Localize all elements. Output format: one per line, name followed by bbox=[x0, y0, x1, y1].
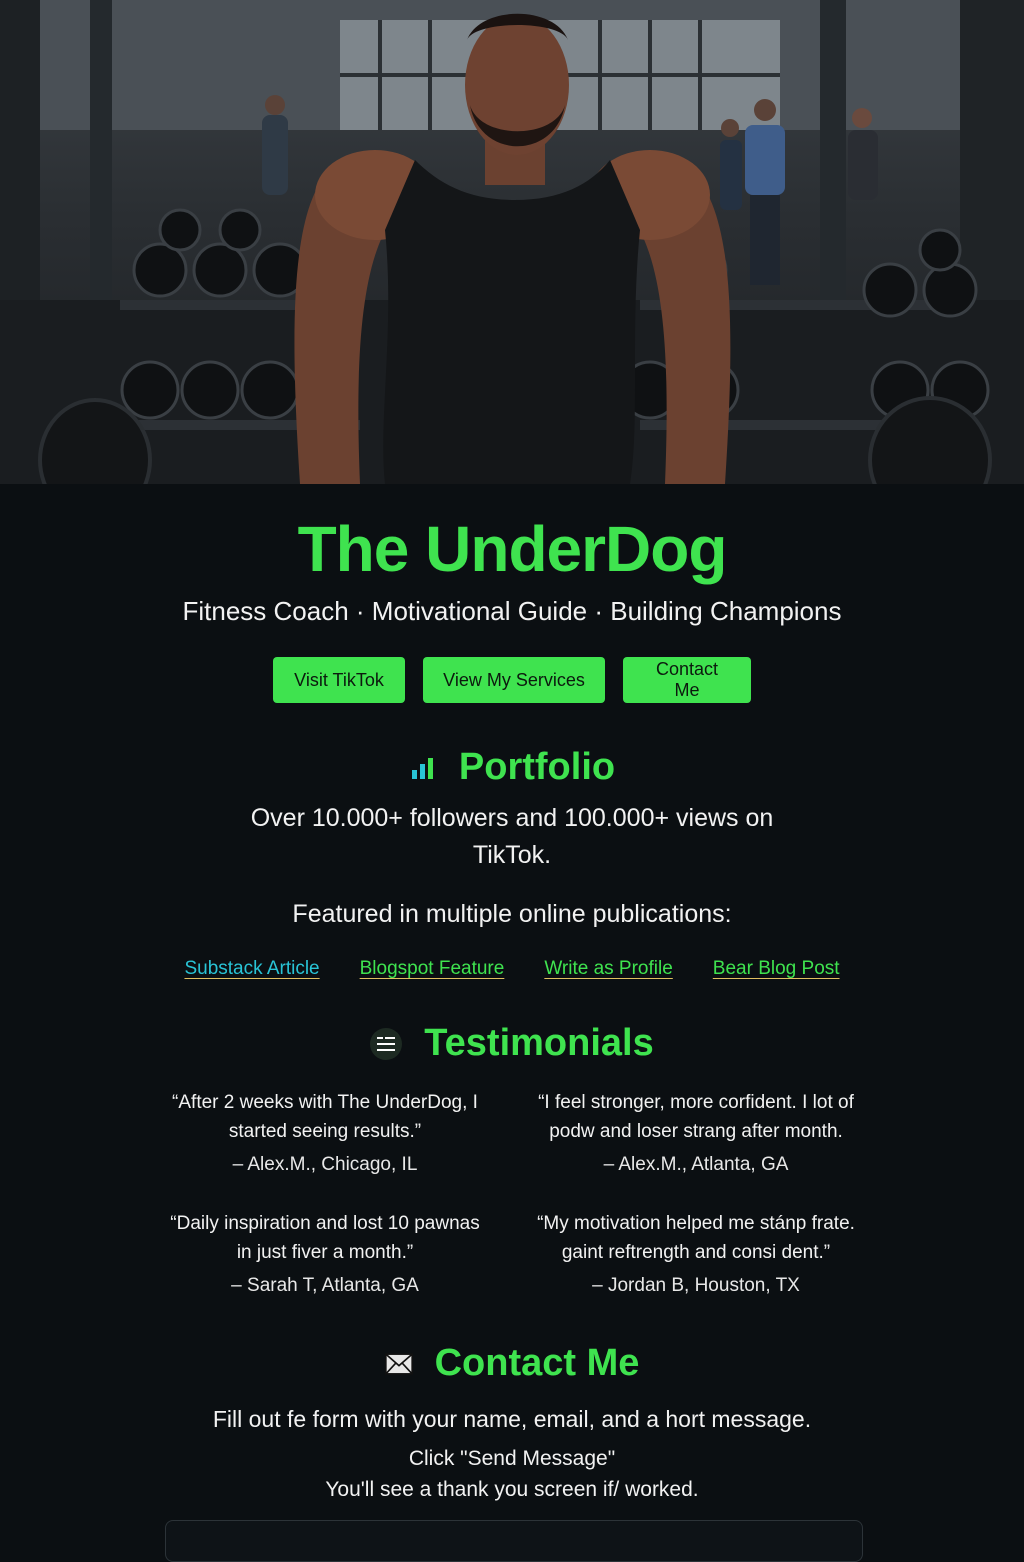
testimonial-quote-line1: “My motivation helped me stánp frate. bbox=[537, 1213, 855, 1234]
portfolio-heading: Portfolio bbox=[0, 746, 1024, 789]
publication-links: Substack Article Blogspot Feature Write … bbox=[0, 958, 1024, 980]
testimonial-card: “After 2 weeks with The UnderDog, I star… bbox=[145, 1088, 505, 1176]
envelope-icon bbox=[384, 1350, 413, 1378]
hero-actions: Visit TikTok View My Services Contact Me bbox=[0, 657, 1024, 703]
hero-image bbox=[0, 0, 1024, 484]
testimonial-author: – Alex.M., Atlanta, GA bbox=[603, 1154, 789, 1175]
contact-instructions-line1: Fill out fe form with your name, email, … bbox=[212, 1406, 812, 1432]
contact-instructions-line2: Click "Send Message" bbox=[408, 1447, 616, 1470]
contact-me-button[interactable]: Contact Me bbox=[623, 657, 751, 703]
write-as-profile-link[interactable]: Write as Profile bbox=[544, 958, 672, 980]
view-services-button[interactable]: View My Services bbox=[423, 657, 605, 703]
testimonials-heading-text: Testimonials bbox=[424, 1022, 654, 1064]
blogspot-feature-link[interactable]: Blogspot Feature bbox=[360, 958, 505, 980]
contact-heading: Contact Me bbox=[0, 1342, 1024, 1385]
portfolio-heading-text: Portfolio bbox=[458, 746, 616, 788]
testimonial-quote-line2: started seeing results.” bbox=[228, 1121, 422, 1142]
testimonial-quote-line1: “Daily inspiration and lost 10 pawnas bbox=[170, 1213, 480, 1234]
featured-text: Featured in multiple online publications… bbox=[292, 900, 732, 928]
site-title: The UnderDog bbox=[297, 513, 728, 585]
testimonial-quote-line2: gaint reftrength and consi dent.” bbox=[561, 1242, 831, 1263]
testimonial-author: – Alex.M., Chicago, IL bbox=[232, 1154, 418, 1175]
testimonial-card: “My motivation helped me stánp frate. ga… bbox=[516, 1209, 876, 1297]
visit-tiktok-button[interactable]: Visit TikTok bbox=[273, 657, 405, 703]
testimonials-heading: Testimonials bbox=[0, 1022, 1024, 1065]
portfolio-stats-line2: TikTok. bbox=[472, 841, 552, 869]
portfolio-stats-line1: Over 10.000+ followers and 100.000+ view… bbox=[250, 804, 774, 832]
tagline: Fitness Coach · Motivational Guide · Bui… bbox=[182, 596, 842, 626]
testimonial-author: – Sarah T, Atlanta, GA bbox=[231, 1275, 419, 1296]
contact-instructions-line3: You'll see a thank you screen if/ worked… bbox=[325, 1478, 699, 1501]
substack-article-link[interactable]: Substack Article bbox=[184, 958, 319, 980]
list-icon bbox=[370, 1027, 403, 1060]
testimonial-card: “I feel stronger, more corfident. I lot … bbox=[516, 1088, 876, 1176]
gym-photo-illustration bbox=[0, 0, 1024, 484]
contact-form[interactable] bbox=[165, 1520, 863, 1562]
testimonial-quote-line1: “After 2 weeks with The UnderDog, I bbox=[172, 1092, 478, 1113]
bar-chart-icon bbox=[409, 754, 437, 782]
bear-blog-post-link[interactable]: Bear Blog Post bbox=[713, 958, 840, 980]
testimonial-quote-line1: “I feel stronger, more corfident. I lot … bbox=[538, 1092, 854, 1113]
testimonial-quote-line2: podw and loser strang after month. bbox=[549, 1121, 843, 1142]
testimonial-card: “Daily inspiration and lost 10 pawnas in… bbox=[145, 1209, 505, 1297]
contact-heading-text: Contact Me bbox=[434, 1342, 640, 1384]
testimonial-quote-line2: in just fiver a month.” bbox=[236, 1242, 414, 1263]
testimonial-author: – Jordan B, Houston, TX bbox=[592, 1275, 800, 1296]
